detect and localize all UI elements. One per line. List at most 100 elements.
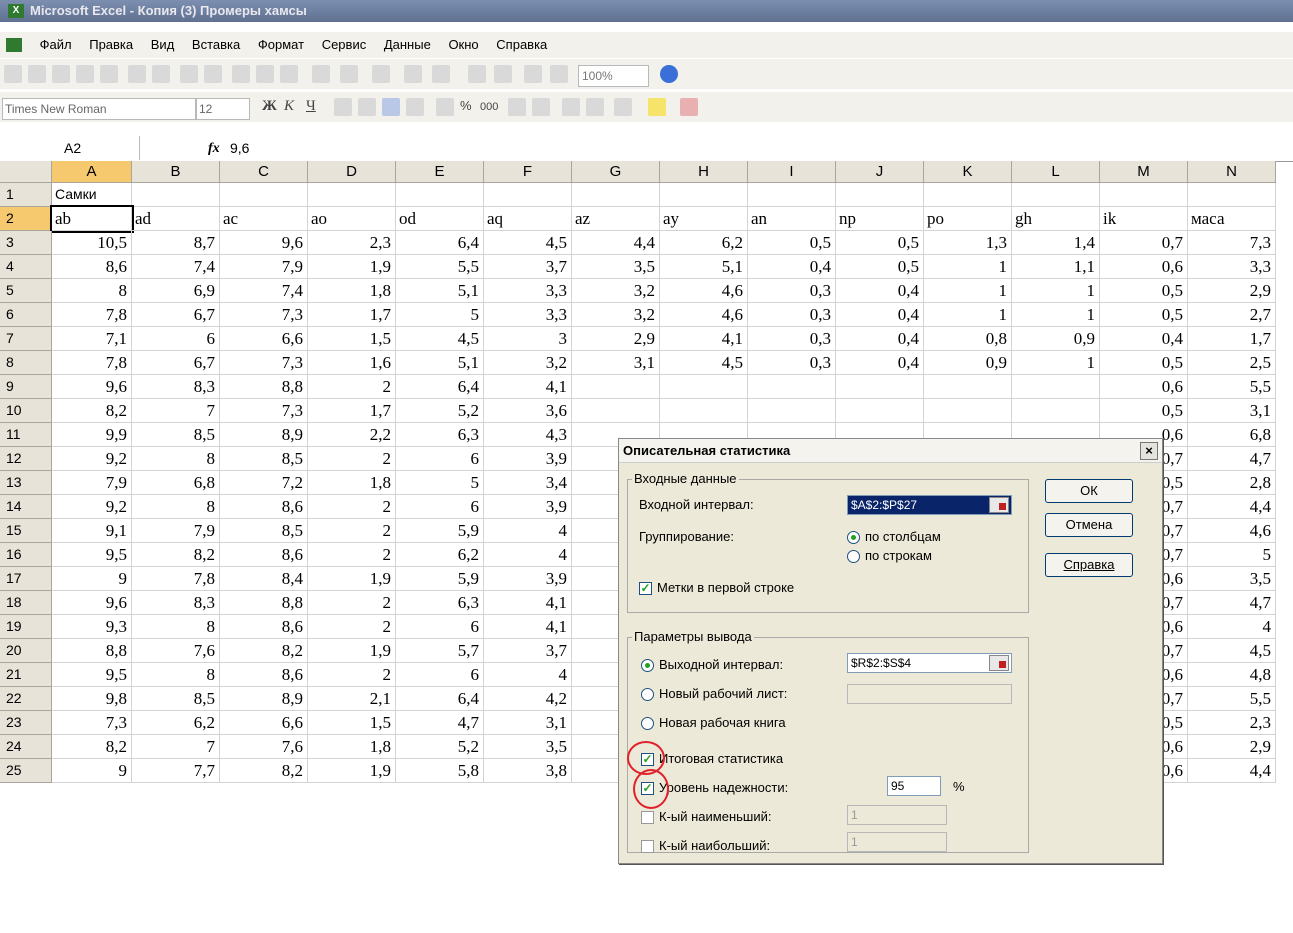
cell[interactable]: 4,1 bbox=[484, 615, 572, 639]
cell[interactable]: 7,9 bbox=[52, 471, 132, 495]
increase-indent-icon[interactable] bbox=[586, 98, 604, 116]
new-sheet-name-field[interactable] bbox=[847, 684, 1012, 704]
cell[interactable]: 6,7 bbox=[132, 303, 220, 327]
decrease-decimal-icon[interactable] bbox=[532, 98, 550, 116]
cell[interactable] bbox=[396, 183, 484, 207]
cell[interactable]: 6,4 bbox=[396, 231, 484, 255]
cell[interactable]: 4 bbox=[484, 519, 572, 543]
cell[interactable]: 3,5 bbox=[1188, 567, 1276, 591]
cell[interactable]: 8,8 bbox=[220, 375, 308, 399]
column-header-f[interactable]: F bbox=[484, 161, 572, 183]
cell[interactable]: 2,9 bbox=[1188, 279, 1276, 303]
column-header-l[interactable]: L bbox=[1012, 161, 1100, 183]
cell[interactable]: 4,5 bbox=[484, 231, 572, 255]
cell[interactable]: 8 bbox=[132, 615, 220, 639]
cell[interactable]: 4,3 bbox=[484, 423, 572, 447]
cell[interactable]: 0,4 bbox=[836, 327, 924, 351]
cell[interactable]: 1,8 bbox=[308, 471, 396, 495]
cell[interactable]: 1,5 bbox=[308, 711, 396, 735]
cell[interactable]: 7 bbox=[132, 399, 220, 423]
cell[interactable] bbox=[1012, 399, 1100, 423]
cell[interactable]: 5 bbox=[1188, 543, 1276, 567]
cell[interactable]: 3,5 bbox=[484, 735, 572, 759]
cell[interactable]: 7,1 bbox=[52, 327, 132, 351]
row-header[interactable]: 11 bbox=[0, 423, 52, 447]
cell[interactable]: 7,3 bbox=[220, 303, 308, 327]
cell[interactable]: 3,2 bbox=[484, 351, 572, 375]
format-painter-icon[interactable] bbox=[312, 65, 330, 83]
cell[interactable]: 5,1 bbox=[396, 351, 484, 375]
row-header[interactable]: 23 bbox=[0, 711, 52, 735]
cell[interactable]: 9,6 bbox=[52, 375, 132, 399]
cell[interactable]: 0,3 bbox=[748, 351, 836, 375]
cell[interactable]: 4,7 bbox=[1188, 591, 1276, 615]
cell[interactable]: np bbox=[836, 207, 924, 231]
ok-button[interactable]: ОК bbox=[1045, 479, 1133, 503]
cell[interactable] bbox=[1188, 183, 1276, 207]
cell[interactable]: 4,4 bbox=[572, 231, 660, 255]
cell[interactable]: 0,4 bbox=[836, 303, 924, 327]
cell[interactable]: 8,6 bbox=[52, 255, 132, 279]
research-icon[interactable] bbox=[204, 65, 222, 83]
row-header[interactable]: 12 bbox=[0, 447, 52, 471]
cell[interactable] bbox=[924, 375, 1012, 399]
cell[interactable]: 4 bbox=[1188, 615, 1276, 639]
cell[interactable]: 10,5 bbox=[52, 231, 132, 255]
cell[interactable]: 8,4 bbox=[220, 567, 308, 591]
print-icon[interactable] bbox=[128, 65, 146, 83]
cell[interactable]: 1,5 bbox=[308, 327, 396, 351]
cell[interactable]: 3,4 bbox=[484, 471, 572, 495]
decrease-indent-icon[interactable] bbox=[562, 98, 580, 116]
cell[interactable]: 7,6 bbox=[132, 639, 220, 663]
cell[interactable]: 6 bbox=[396, 615, 484, 639]
cell[interactable]: 4,6 bbox=[660, 303, 748, 327]
cell[interactable]: 1,1 bbox=[1012, 255, 1100, 279]
cell[interactable] bbox=[308, 183, 396, 207]
cell[interactable]: ay bbox=[660, 207, 748, 231]
cell[interactable]: 8 bbox=[132, 447, 220, 471]
cell[interactable]: 5 bbox=[396, 471, 484, 495]
cell[interactable]: 2,5 bbox=[1188, 351, 1276, 375]
cell[interactable]: 1 bbox=[924, 255, 1012, 279]
cell[interactable]: 7,4 bbox=[220, 279, 308, 303]
cell[interactable]: 8,5 bbox=[132, 687, 220, 711]
cell[interactable] bbox=[1012, 183, 1100, 207]
cell[interactable]: 0,4 bbox=[836, 279, 924, 303]
confidence-field[interactable]: 95 bbox=[887, 776, 941, 796]
column-header-g[interactable]: G bbox=[572, 161, 660, 183]
column-header-k[interactable]: K bbox=[924, 161, 1012, 183]
row-header[interactable]: 4 bbox=[0, 255, 52, 279]
column-header-c[interactable]: C bbox=[220, 161, 308, 183]
row-header[interactable]: 2 bbox=[0, 207, 52, 231]
merge-center-icon[interactable] bbox=[406, 98, 424, 116]
cell[interactable] bbox=[660, 183, 748, 207]
cell[interactable] bbox=[836, 399, 924, 423]
column-header-j[interactable]: J bbox=[836, 161, 924, 183]
menu-data[interactable]: Данные bbox=[384, 37, 431, 52]
cell[interactable] bbox=[572, 183, 660, 207]
cell[interactable]: 4,1 bbox=[484, 591, 572, 615]
row-header[interactable]: 5 bbox=[0, 279, 52, 303]
cell[interactable]: 2 bbox=[308, 519, 396, 543]
cell[interactable]: 3,7 bbox=[484, 639, 572, 663]
cell[interactable] bbox=[836, 375, 924, 399]
chart-wizard-icon[interactable] bbox=[524, 65, 542, 83]
align-right-icon[interactable] bbox=[382, 98, 400, 116]
cell[interactable]: 3,2 bbox=[572, 279, 660, 303]
row-header[interactable]: 10 bbox=[0, 399, 52, 423]
cell[interactable]: 1 bbox=[1012, 351, 1100, 375]
cell[interactable]: 0,6 bbox=[1100, 255, 1188, 279]
cell[interactable]: 2,2 bbox=[308, 423, 396, 447]
cell[interactable]: 4,7 bbox=[1188, 447, 1276, 471]
cell[interactable] bbox=[1100, 183, 1188, 207]
cell[interactable]: 5,2 bbox=[396, 399, 484, 423]
cell[interactable]: 0,3 bbox=[748, 303, 836, 327]
cell[interactable]: 7,4 bbox=[132, 255, 220, 279]
cell[interactable]: 9,1 bbox=[52, 519, 132, 543]
cell[interactable]: 5,1 bbox=[660, 255, 748, 279]
row-header[interactable]: 1 bbox=[0, 183, 52, 207]
cell[interactable]: 9 bbox=[52, 567, 132, 591]
close-icon[interactable]: × bbox=[1140, 442, 1158, 460]
cell[interactable]: 8,6 bbox=[220, 543, 308, 567]
menu-help[interactable]: Справка bbox=[496, 37, 547, 52]
